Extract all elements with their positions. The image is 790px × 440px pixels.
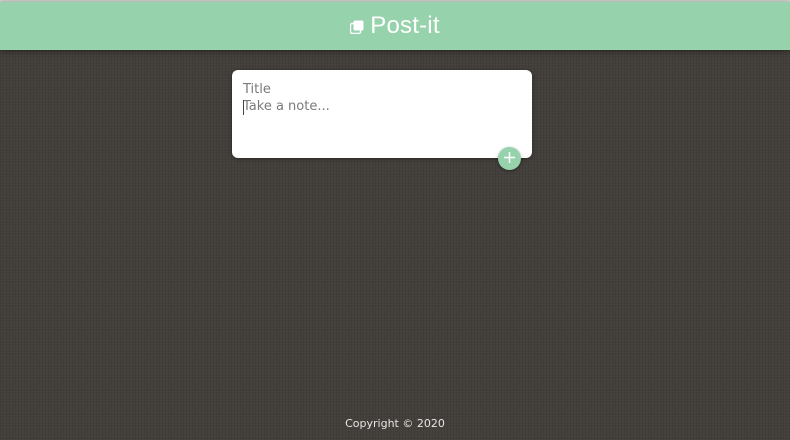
brand: Post-it <box>350 12 440 40</box>
app-header: Post-it <box>0 2 790 50</box>
sticky-notes-icon <box>350 19 364 35</box>
note-content-input[interactable] <box>243 99 521 149</box>
text-caret <box>243 100 244 115</box>
add-note-button[interactable] <box>498 147 521 170</box>
app-title: Post-it <box>370 12 440 39</box>
copyright-text: Copyright © 2020 <box>345 417 445 430</box>
footer: Copyright © 2020 <box>0 417 790 430</box>
note-form <box>232 70 532 158</box>
plus-icon <box>503 151 516 166</box>
title-input[interactable] <box>243 80 521 98</box>
